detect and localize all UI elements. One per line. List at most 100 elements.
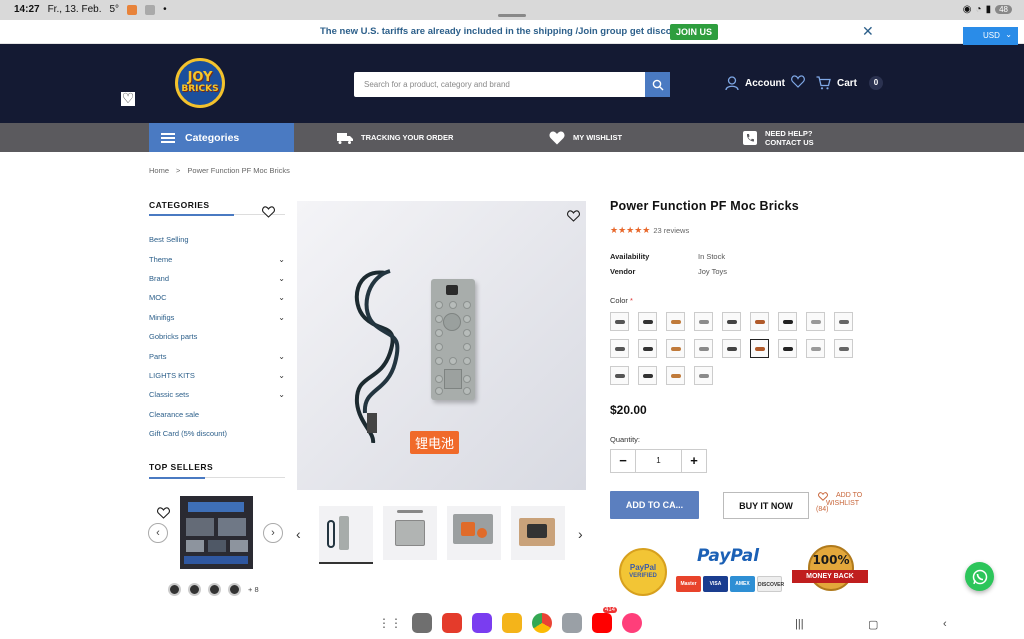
color-swatch[interactable] (666, 366, 685, 385)
color-swatch[interactable] (638, 339, 657, 358)
account-link[interactable]: Account (725, 76, 785, 91)
category-label: Theme (149, 254, 173, 264)
chevron-down-icon[interactable]: ⌄ (278, 274, 285, 283)
chevron-down-icon[interactable]: ⌄ (278, 390, 285, 399)
color-swatch[interactable] (610, 339, 629, 358)
thumbnail-next-button[interactable]: › (578, 526, 583, 542)
thumbnail-3[interactable] (447, 506, 501, 560)
chevron-down-icon[interactable]: ⌄ (278, 255, 285, 264)
color-swatch[interactable] (750, 339, 769, 358)
buy-it-now-button[interactable]: BUY IT NOW (723, 492, 809, 519)
currency-select[interactable]: USD ⌄ (963, 27, 1018, 45)
heart-icon[interactable] (567, 209, 580, 227)
nav-contact-us[interactable]: NEED HELP? CONTACT US (743, 123, 814, 152)
search-bar[interactable]: Search for a product, category and brand (354, 72, 670, 97)
swatch[interactable] (228, 583, 241, 596)
cart-link[interactable]: Cart 0 (816, 76, 884, 90)
color-swatch[interactable] (694, 339, 713, 358)
youtube-icon[interactable]: 414 (592, 607, 617, 633)
sidebar-category-item[interactable]: Gobricks parts (149, 327, 285, 346)
category-label: Brand (149, 273, 170, 283)
top-seller-product-image[interactable] (180, 496, 253, 569)
color-swatch[interactable] (694, 312, 713, 331)
swatch[interactable] (188, 583, 201, 596)
breadcrumb-home[interactable]: Home (149, 166, 169, 175)
swatch[interactable] (168, 583, 181, 596)
color-swatch[interactable] (806, 312, 825, 331)
chevron-down-icon[interactable]: ⌄ (278, 371, 285, 380)
sidebar-category-item[interactable]: Gift Card (5% discount) (149, 424, 285, 443)
join-us-button[interactable]: JOIN US (670, 24, 719, 40)
color-swatch[interactable] (610, 312, 629, 331)
thumbnail-2[interactable] (383, 506, 437, 560)
sidebar-category-item[interactable]: MOC ⌄ (149, 288, 285, 307)
color-swatch[interactable] (806, 339, 825, 358)
sidebar-category-item[interactable]: Classic sets ⌄ (149, 385, 285, 404)
chevron-down-icon[interactable]: ⌄ (278, 313, 285, 322)
sidebar-category-item[interactable]: LIGHTS KITS ⌄ (149, 366, 285, 385)
nav-tracking-order[interactable]: TRACKING YOUR ORDER (337, 123, 453, 152)
sidebar-category-item[interactable]: Best Selling (149, 230, 285, 249)
logo-text-bricks: BRICKS (181, 84, 219, 94)
top-sellers-next-button[interactable]: › (263, 523, 283, 543)
color-swatch[interactable] (610, 366, 629, 385)
camera-icon[interactable] (562, 613, 582, 633)
rating[interactable]: ★★★★★ 23 reviews (610, 225, 689, 236)
quantity-input[interactable]: 1 (635, 450, 682, 472)
quantity-increase-button[interactable]: + (682, 450, 706, 472)
site-logo[interactable]: JOY BRICKS (175, 58, 225, 108)
heart-icon[interactable] (262, 205, 275, 223)
sidebar-category-item[interactable]: Brand ⌄ (149, 269, 285, 288)
color-swatch[interactable] (778, 312, 797, 331)
quantity-decrease-button[interactable]: − (611, 450, 635, 472)
color-swatch[interactable] (666, 312, 685, 331)
color-swatch[interactable] (834, 339, 853, 358)
heart-icon[interactable]: ♡ (121, 91, 135, 106)
sidebar-category-item[interactable]: Minifigs ⌄ (149, 308, 285, 327)
color-swatch[interactable] (638, 366, 657, 385)
gallery-icon[interactable] (622, 613, 642, 633)
color-swatch[interactable] (694, 366, 713, 385)
wishlist-header-link[interactable] (791, 75, 805, 93)
drag-handle[interactable] (498, 14, 526, 17)
color-swatch[interactable] (666, 339, 685, 358)
thumbnail-prev-button[interactable]: ‹ (296, 526, 301, 542)
swatch[interactable] (208, 583, 221, 596)
app-icon[interactable] (472, 613, 492, 633)
back-icon[interactable]: ‹ (943, 618, 947, 630)
whatsapp-chat-button[interactable] (965, 562, 994, 591)
heart-icon[interactable] (157, 506, 170, 524)
color-swatch[interactable] (722, 312, 741, 331)
color-swatch[interactable] (750, 312, 769, 331)
recent-apps-icon[interactable]: ||| (795, 618, 804, 630)
app-drawer-icon[interactable]: ⋮⋮ (378, 616, 402, 630)
product-main-image[interactable]: 锂电池 (297, 201, 586, 490)
search-button[interactable] (645, 72, 670, 97)
color-swatch[interactable] (834, 312, 853, 331)
color-swatch[interactable] (778, 339, 797, 358)
vendor-value[interactable]: Joy Toys (698, 267, 727, 276)
add-to-cart-button[interactable]: ADD TO CA... (610, 491, 699, 519)
color-swatch[interactable] (722, 339, 741, 358)
search-input[interactable]: Search for a product, category and brand (364, 80, 510, 89)
categories-menu-button[interactable]: Categories (149, 123, 294, 152)
apps-folder-icon[interactable] (412, 613, 432, 633)
thumbnail-4[interactable] (511, 506, 565, 560)
thumbnail-1[interactable] (319, 506, 373, 564)
home-icon[interactable]: ▢ (868, 618, 878, 631)
close-icon[interactable]: ✕ (862, 23, 874, 40)
sidebar-category-item[interactable]: Theme ⌄ (149, 249, 285, 268)
temperature: 5° (109, 4, 120, 15)
nav-my-wishlist[interactable]: MY WISHLIST (549, 123, 622, 152)
sidebar-category-item[interactable]: Clearance sale (149, 405, 285, 424)
notes-icon[interactable] (502, 613, 522, 633)
app-icon[interactable] (442, 613, 462, 633)
chrome-icon[interactable] (532, 613, 552, 633)
categories-heading: CATEGORIES (149, 200, 210, 210)
color-swatch[interactable] (638, 312, 657, 331)
review-count[interactable]: 23 reviews (653, 226, 689, 235)
sidebar-category-item[interactable]: Parts ⌄ (149, 346, 285, 365)
chevron-down-icon[interactable]: ⌄ (278, 293, 285, 302)
top-sellers-prev-button[interactable]: ‹ (148, 523, 168, 543)
chevron-down-icon[interactable]: ⌄ (278, 352, 285, 361)
